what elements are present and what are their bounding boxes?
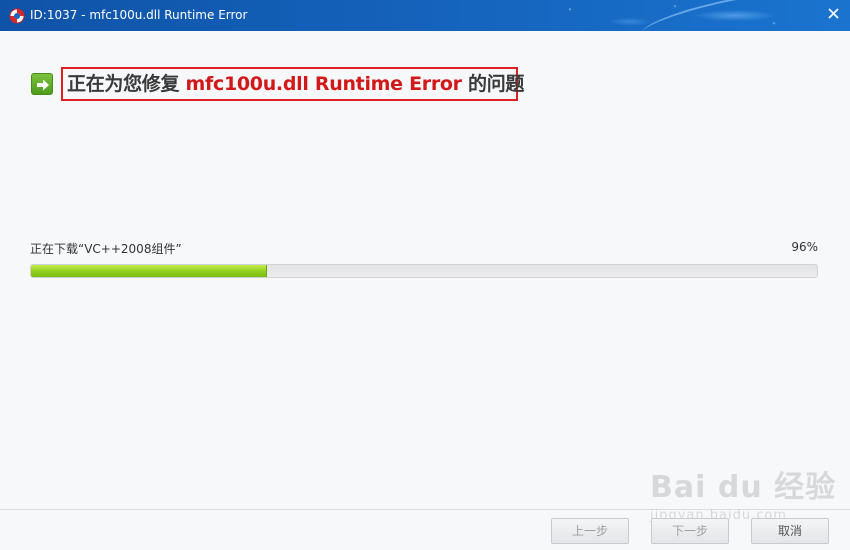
next-button[interactable]: 下一步 — [651, 518, 729, 544]
watermark-brand: Bai du 经验 — [650, 470, 837, 505]
repair-heading-box: 正在为您修复 mfc100u.dll Runtime Error 的问题 — [61, 67, 524, 101]
close-icon — [827, 8, 839, 19]
heading-error-name: mfc100u.dll Runtime Error — [185, 73, 463, 95]
previous-button[interactable]: 上一步 — [551, 518, 629, 544]
close-button[interactable] — [820, 3, 846, 25]
lifebuoy-icon — [9, 8, 25, 24]
heading-prefix: 正在为您修复 — [67, 73, 186, 95]
heading-suffix: 的问题 — [461, 73, 525, 95]
window-title: ID:1037 - mfc100u.dll Runtime Error — [30, 8, 248, 22]
download-status-label: 正在下载“VC++2008组件” — [30, 242, 182, 256]
footer-divider — [0, 509, 850, 510]
download-percent: 96% — [791, 240, 818, 254]
repair-heading: 正在为您修复 mfc100u.dll Runtime Error 的问题 — [67, 69, 524, 99]
title-bar: ID:1037 - mfc100u.dll Runtime Error — [0, 0, 850, 31]
download-progress-fill — [31, 265, 267, 277]
download-progress-bar — [30, 264, 818, 278]
green-arrow-right-icon — [31, 73, 53, 95]
cancel-button[interactable]: 取消 — [751, 518, 829, 544]
